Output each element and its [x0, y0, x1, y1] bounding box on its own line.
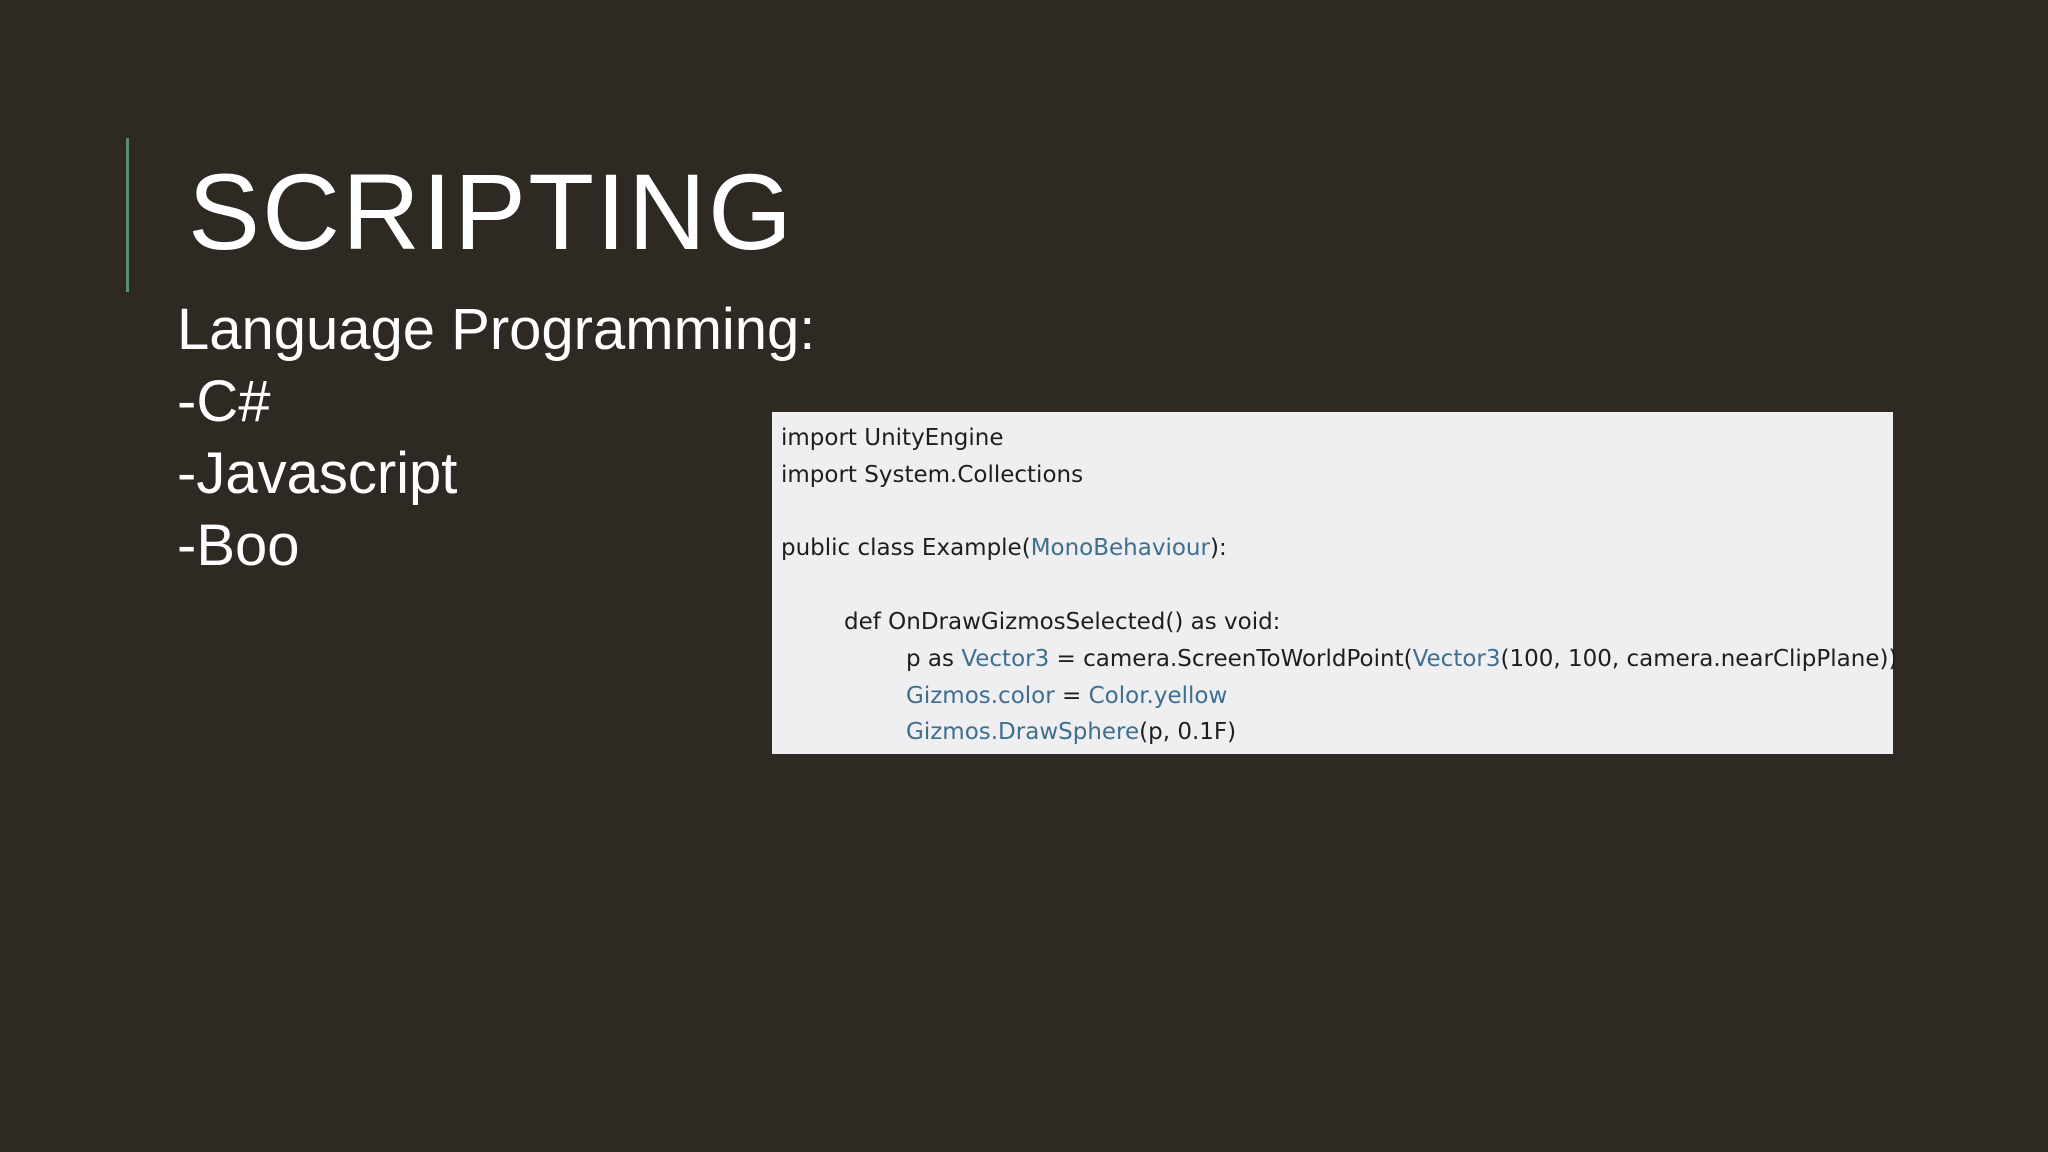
list-item-csharp: -C# — [177, 369, 271, 434]
code-line-assignment-p: p as Vector3 = camera.ScreenToWorldPoint… — [781, 641, 1897, 678]
code-token: ): — [1209, 535, 1227, 562]
code-token-identifier: Gizmos.color — [906, 682, 1055, 709]
code-line-draw-sphere: Gizmos.DrawSphere(p, 0.1F) — [781, 714, 1893, 751]
code-line-blank-1 — [781, 494, 1893, 531]
code-token-identifier: Vector3 — [961, 645, 1050, 672]
code-token: = camera.ScreenToWorldPoint( — [1049, 645, 1413, 672]
code-token: (100, 100, camera.nearClipPlane)) — [1500, 645, 1898, 672]
title-accent-bar — [126, 138, 129, 292]
code-token: = — [1054, 682, 1089, 709]
code-token: p as — [906, 645, 962, 672]
slide-body: Language Programming: -C# -Javascript -B… — [177, 294, 815, 582]
code-line-class-declaration: public class Example(MonoBehaviour): — [781, 530, 1893, 567]
list-item-boo: -Boo — [177, 513, 300, 578]
code-token-identifier: Gizmos.DrawSphere — [906, 719, 1140, 746]
code-line-def: def OnDrawGizmosSelected() as void: — [844, 608, 1281, 635]
code-token: public class Example( — [781, 535, 1031, 562]
code-snippet-panel: import UnityEngine import System.Collect… — [772, 412, 1897, 754]
code-line-blank-2 — [781, 567, 1893, 604]
code-token-identifier: Vector3 — [1412, 645, 1501, 672]
code-line-1: import UnityEngine — [781, 425, 1004, 451]
code-token-identifier: Color.yellow — [1088, 682, 1228, 709]
slide-title: SCRIPTING — [188, 151, 795, 272]
list-item-javascript: -Javascript — [177, 441, 458, 506]
slide: SCRIPTING Language Programming: -C# -Jav… — [0, 0, 2048, 1152]
body-heading: Language Programming: — [177, 297, 816, 362]
code-line-2: import System.Collections — [781, 461, 1084, 488]
code-token: (p, 0.1F) — [1139, 719, 1237, 746]
code-token-identifier: MonoBehaviour — [1030, 535, 1210, 562]
code-line-gizmos-color: Gizmos.color = Color.yellow — [781, 678, 1893, 715]
